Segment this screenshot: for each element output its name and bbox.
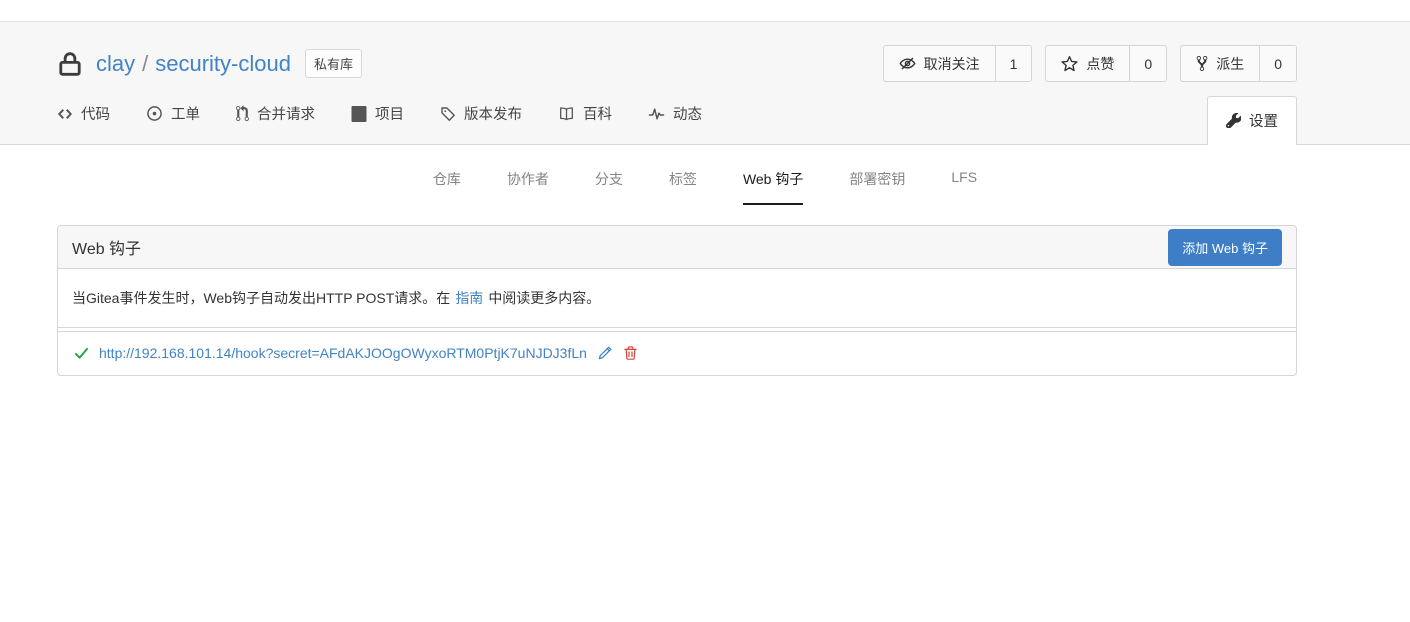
- subnav-webhooks[interactable]: Web 钩子: [743, 169, 803, 205]
- pencil-icon: [597, 345, 613, 361]
- tab-activity[interactable]: 动态: [648, 103, 702, 144]
- pull-request-icon: [236, 105, 249, 122]
- check-icon: [74, 347, 89, 360]
- tab-settings-label: 设置: [1249, 110, 1278, 131]
- fork-label: 派生: [1216, 54, 1244, 74]
- subnav-collaborators[interactable]: 协作者: [507, 169, 549, 205]
- lock-icon: [57, 49, 83, 79]
- tab-projects[interactable]: 项目: [351, 103, 404, 144]
- settings-subnav: 仓库 协作者 分支 标签 Web 钩子 部署密钥 LFS: [0, 145, 1410, 205]
- tab-wiki[interactable]: 百科: [558, 103, 612, 144]
- repo-title-row: clay / security-cloud 私有库: [57, 22, 1297, 82]
- webhook-url-link[interactable]: http://192.168.101.14/hook?secret=AFdAKJ…: [99, 345, 587, 361]
- tab-wiki-label: 百科: [583, 103, 612, 124]
- tab-settings[interactable]: 设置: [1207, 96, 1297, 145]
- repo-separator: /: [142, 51, 148, 77]
- webhooks-description: 当Gitea事件发生时，Web钩子自动发出HTTP POST请求。在指南中阅读更…: [58, 269, 1296, 328]
- subnav-tags[interactable]: 标签: [669, 169, 697, 205]
- subnav-branches[interactable]: 分支: [595, 169, 623, 205]
- repo-header: clay / security-cloud 私有库: [0, 22, 1410, 145]
- description-text: 当Gitea事件发生时，Web钩子自动发出HTTP POST请求。在: [72, 290, 450, 306]
- star-label: 点赞: [1086, 54, 1114, 74]
- unwatch-label: 取消关注: [924, 54, 980, 74]
- fork-icon: [1196, 55, 1208, 72]
- pulse-icon: [648, 106, 665, 122]
- tab-code[interactable]: 代码: [57, 103, 110, 144]
- add-webhook-button[interactable]: 添加 Web 钩子: [1168, 229, 1282, 266]
- tab-pull-requests-label: 合并请求: [257, 103, 315, 124]
- tab-activity-label: 动态: [673, 103, 702, 124]
- tab-code-label: 代码: [81, 103, 110, 124]
- repo-owner-link[interactable]: clay: [96, 51, 135, 77]
- watch-count[interactable]: 1: [995, 46, 1032, 81]
- unwatch-button[interactable]: 取消关注 1: [883, 45, 1033, 82]
- repo-breadcrumb: clay / security-cloud: [96, 51, 291, 77]
- webhooks-panel-header: Web 钩子 添加 Web 钩子: [58, 226, 1296, 269]
- subnav-repository[interactable]: 仓库: [433, 169, 461, 205]
- top-strip: [0, 0, 1410, 22]
- tab-releases-label: 版本发布: [464, 103, 522, 124]
- edit-webhook-button[interactable]: [597, 345, 613, 361]
- code-icon: [57, 106, 73, 122]
- guide-link[interactable]: 指南: [455, 290, 483, 306]
- book-icon: [558, 106, 575, 122]
- tab-issues-label: 工单: [171, 103, 200, 124]
- webhook-list-item: http://192.168.101.14/hook?secret=AFdAKJ…: [58, 332, 1296, 375]
- trash-icon: [623, 345, 638, 361]
- star-icon: [1061, 55, 1078, 72]
- subnav-lfs[interactable]: LFS: [951, 169, 977, 205]
- wrench-icon: [1226, 113, 1241, 128]
- description-text-suffix: 中阅读更多内容。: [488, 290, 600, 306]
- tab-releases[interactable]: 版本发布: [440, 103, 522, 144]
- repo-tabs: 代码 工单 合并请求 项目: [57, 96, 1297, 144]
- private-repo-badge: 私有库: [305, 49, 362, 78]
- eye-slash-icon: [899, 55, 916, 72]
- webhooks-panel: Web 钩子 添加 Web 钩子 当Gitea事件发生时，Web钩子自动发出HT…: [57, 225, 1297, 376]
- subnav-deploy-keys[interactable]: 部署密钥: [849, 169, 905, 205]
- repo-name-link[interactable]: security-cloud: [155, 51, 291, 77]
- tab-projects-label: 项目: [375, 103, 404, 124]
- tab-issues[interactable]: 工单: [146, 103, 200, 144]
- star-count[interactable]: 0: [1129, 46, 1166, 81]
- fork-button[interactable]: 派生 0: [1180, 45, 1297, 82]
- repo-actions: 取消关注 1 点赞 0: [883, 45, 1297, 82]
- star-button[interactable]: 点赞 0: [1045, 45, 1167, 82]
- issue-icon: [146, 105, 163, 122]
- panel-title: Web 钩子: [72, 235, 141, 259]
- fork-count[interactable]: 0: [1259, 46, 1296, 81]
- delete-webhook-button[interactable]: [623, 345, 638, 361]
- project-icon: [351, 106, 367, 122]
- tab-pull-requests[interactable]: 合并请求: [236, 103, 315, 144]
- tag-icon: [440, 106, 456, 122]
